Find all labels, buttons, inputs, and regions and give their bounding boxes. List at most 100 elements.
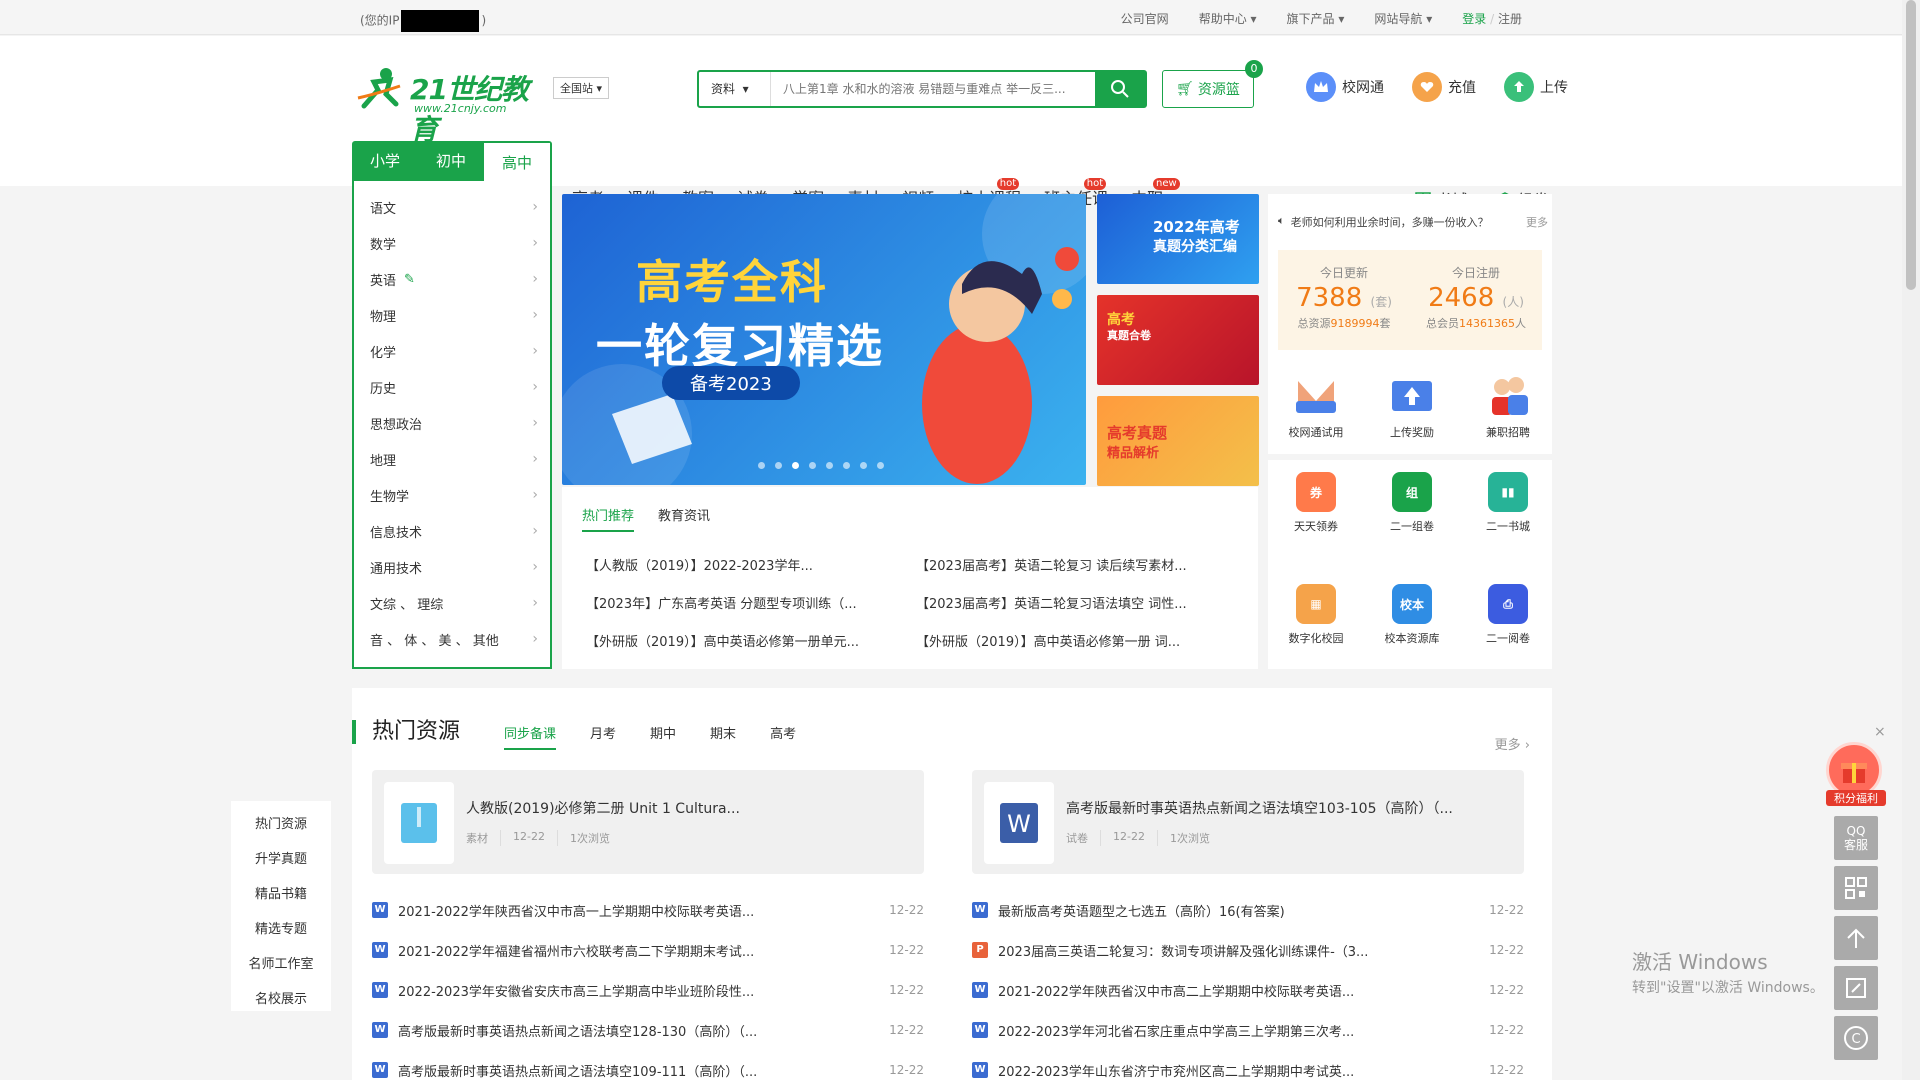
tab-final[interactable]: 期末 bbox=[710, 723, 736, 750]
menu-topics[interactable]: 精选专题 bbox=[231, 912, 331, 947]
company-link[interactable]: 公司官网 bbox=[1121, 10, 1169, 27]
qq-service-button[interactable]: QQ 客服 bbox=[1834, 816, 1878, 860]
upload-reward-button[interactable]: 上传奖励 bbox=[1364, 370, 1460, 440]
word-file-icon: W bbox=[372, 902, 388, 918]
tab-midterm[interactable]: 期中 bbox=[650, 723, 676, 750]
carousel-dot[interactable] bbox=[809, 462, 816, 469]
list-item[interactable]: W 2022-2023学年山东省济宁市兖州区高二上学期期中考试英... 12-22 bbox=[972, 1050, 1524, 1080]
menu-school-showcase[interactable]: 名校展示 bbox=[231, 982, 331, 1017]
carousel-dot[interactable] bbox=[860, 462, 867, 469]
page-scrollbar[interactable] bbox=[1902, 0, 1920, 1080]
promo-gaokao-zhenti[interactable]: 高考 真题合卷 bbox=[1097, 295, 1259, 385]
menu-exam-papers[interactable]: 升学真题 bbox=[231, 842, 331, 877]
main-banner[interactable]: 高考全科 一轮复习精选 备考2023 bbox=[562, 194, 1086, 485]
subject-item[interactable]: 思想政治 › bbox=[354, 405, 550, 441]
featured-resource-card[interactable]: 人教版(2019)必修第二册 Unit 1 Cultura... 素材 12-22… bbox=[372, 770, 924, 874]
xiaowangtong-button[interactable]: 校网通 bbox=[1306, 72, 1384, 102]
news-item[interactable]: 【外研版（2019）】高中英语必修第一册单元... bbox=[586, 631, 916, 649]
subject-item[interactable]: 历史 › bbox=[354, 369, 550, 405]
notice-more-link[interactable]: 更多 bbox=[1526, 214, 1548, 230]
subject-item[interactable]: 物理 › bbox=[354, 297, 550, 333]
feedback-edit-icon[interactable] bbox=[1834, 966, 1878, 1010]
daily-coupon-button[interactable]: 券天天领券 bbox=[1268, 472, 1364, 534]
site-logo[interactable]: 21世纪教育 www.21cnjy.com bbox=[356, 64, 546, 146]
points-gift-button[interactable]: 积分福利 bbox=[1826, 742, 1886, 806]
upload-button[interactable]: 上传 bbox=[1504, 72, 1568, 102]
featured-resource-card[interactable]: W 高考版最新时事英语热点新闻之语法填空103-105（高阶）（... 试卷 12… bbox=[972, 770, 1524, 874]
subject-item[interactable]: 文综 、 理综 › bbox=[354, 585, 550, 621]
hot-more-link[interactable]: 更多 › bbox=[1495, 734, 1530, 753]
list-item[interactable]: W 2022-2023学年河北省石家庄重点中学高三上学期第三次考... 12-22 bbox=[972, 1010, 1524, 1050]
side-panel: 🔈︎ 老师如何利用业余时间，多赚一份收入？ 更多 今日更新 7388 (套) 总资源… bbox=[1268, 194, 1552, 669]
carousel-dot[interactable] bbox=[775, 462, 782, 469]
search-type-select[interactable]: 资料 ▾ bbox=[699, 72, 771, 106]
products-menu[interactable]: 旗下产品 ▾ bbox=[1287, 10, 1345, 27]
close-icon[interactable]: × bbox=[1874, 724, 1886, 740]
people-icon bbox=[1475, 370, 1541, 420]
promo-gaokao-jiexi[interactable]: 高考真题 精品解析 bbox=[1097, 396, 1259, 486]
tab-high[interactable]: 高中 bbox=[484, 143, 550, 181]
help-center-menu[interactable]: 帮助中心 ▾ bbox=[1199, 10, 1257, 27]
list-item[interactable]: W 高考版最新时事英语热点新闻之语法填空109-111（高阶）（... 12-22 bbox=[372, 1050, 924, 1080]
resource-basket-button[interactable]: 🛒︎ 资源篮 bbox=[1162, 70, 1254, 108]
search-input[interactable] bbox=[771, 72, 1095, 106]
list-item[interactable]: W 2022-2023学年安徽省安庆市高三上学期高中毕业班阶段性... 12-22 bbox=[372, 970, 924, 1010]
scrollbar-thumb[interactable] bbox=[1906, 0, 1916, 290]
zujuan-button[interactable]: 组二一组卷 bbox=[1364, 472, 1460, 534]
search-button[interactable] bbox=[1095, 72, 1145, 106]
list-item[interactable]: W 2021-2022学年陕西省汉中市高一上学期期中校际联考英语... 12-22 bbox=[372, 890, 924, 930]
tab-middle[interactable]: 初中 bbox=[418, 141, 484, 181]
subject-item[interactable]: 语文 › bbox=[354, 189, 550, 225]
carousel-dot[interactable] bbox=[758, 462, 765, 469]
marking-button[interactable]: ⎙ 二一阅卷 bbox=[1460, 584, 1556, 646]
carousel-dot-active[interactable] bbox=[792, 462, 799, 469]
subject-item[interactable]: 地理 › bbox=[354, 441, 550, 477]
back-to-top-icon[interactable] bbox=[1834, 916, 1878, 960]
tab-sync[interactable]: 同步备课 bbox=[504, 723, 557, 750]
login-link[interactable]: 登录 bbox=[1462, 12, 1486, 26]
list-item[interactable]: W 2021-2022学年陕西省汉中市高二上学期期中校际联考英语... 12-22 bbox=[972, 970, 1524, 1010]
register-link[interactable]: 注册 bbox=[1498, 12, 1522, 26]
subject-item[interactable]: 通用技术 › bbox=[354, 549, 550, 585]
parttime-button[interactable]: 兼职招聘 bbox=[1460, 370, 1556, 440]
list-item[interactable]: W 高考版最新时事英语热点新闻之语法填空128-130（高阶）（... 12-22 bbox=[372, 1010, 924, 1050]
trial-button[interactable]: 校网通试用 bbox=[1268, 370, 1364, 440]
news-item[interactable]: 【2023年】广东高考英语 分题型专项训练（... bbox=[586, 593, 916, 611]
list-item[interactable]: W 2021-2022学年福建省福州市六校联考高二下学期期末考试... 12-22 bbox=[372, 930, 924, 970]
list-item[interactable]: W 最新版高考英语题型之七选五（高阶）16(有答案) 12-22 bbox=[972, 890, 1524, 930]
tab-primary[interactable]: 小学 bbox=[352, 141, 418, 181]
menu-books[interactable]: 精品书籍 bbox=[231, 877, 331, 912]
school-resource-button[interactable]: 校本 校本资源库 bbox=[1364, 584, 1460, 646]
tab-edu-news[interactable]: 教育资讯 bbox=[658, 505, 710, 532]
news-item[interactable]: 【外研版（2019）】高中英语必修第一册 词... bbox=[916, 631, 1246, 649]
menu-teacher-studio[interactable]: 名师工作室 bbox=[231, 947, 331, 982]
menu-hot-resources[interactable]: 热门资源 bbox=[231, 807, 331, 842]
subject-item[interactable]: 信息技术 › bbox=[354, 513, 550, 549]
chevron-right-icon: › bbox=[532, 559, 538, 575]
carousel-dot[interactable] bbox=[843, 462, 850, 469]
carousel-dot[interactable] bbox=[877, 462, 884, 469]
subject-item[interactable]: 数学 › bbox=[354, 225, 550, 261]
carousel-dot[interactable] bbox=[826, 462, 833, 469]
region-select[interactable]: 全国站 ▾ bbox=[553, 77, 610, 99]
qrcode-icon[interactable] bbox=[1834, 866, 1878, 910]
tab-gaokao[interactable]: 高考 bbox=[770, 723, 796, 750]
tab-monthly[interactable]: 月考 bbox=[590, 723, 616, 750]
site-nav-menu[interactable]: 网站导航 ▾ bbox=[1374, 10, 1432, 27]
subject-item[interactable]: 化学 › bbox=[354, 333, 550, 369]
recharge-button[interactable]: 充值 bbox=[1412, 72, 1476, 102]
copyright-icon[interactable]: C bbox=[1834, 1016, 1878, 1060]
notice-bar[interactable]: 🔈︎ 老师如何利用业余时间，多赚一份收入？ 更多 bbox=[1278, 214, 1548, 230]
list-item[interactable]: P 2023届高三英语二轮复习：数词专项讲解及强化训练课件-（3... 12-22 bbox=[972, 930, 1524, 970]
news-item[interactable]: 【2023届高考】英语二轮复习 读后续写素材... bbox=[916, 555, 1246, 573]
news-item[interactable]: 【2023届高考】英语二轮复习语法填空 词性... bbox=[916, 593, 1246, 611]
subject-item[interactable]: 音 、 体 、 美 、 其他 › bbox=[354, 621, 550, 657]
tab-hot-recommend[interactable]: 热门推荐 bbox=[582, 505, 635, 532]
subject-item[interactable]: 英语 ✎ › bbox=[354, 261, 550, 297]
top-nav: 公司官网 帮助中心 ▾ 旗下产品 ▾ 网站导航 ▾ 登录 / 注册 bbox=[1120, 10, 1522, 27]
news-item[interactable]: 【人教版（2019）】2022-2023学年... bbox=[586, 555, 916, 573]
promo-gaokao-2022[interactable]: 2022年高考 真题分类汇编 bbox=[1097, 194, 1259, 284]
subject-item[interactable]: 生物学 › bbox=[354, 477, 550, 513]
bookcity-button[interactable]: ▮▮ 二一书城 bbox=[1460, 472, 1556, 534]
digital-campus-button[interactable]: ▦ 数字化校园 bbox=[1268, 584, 1364, 646]
